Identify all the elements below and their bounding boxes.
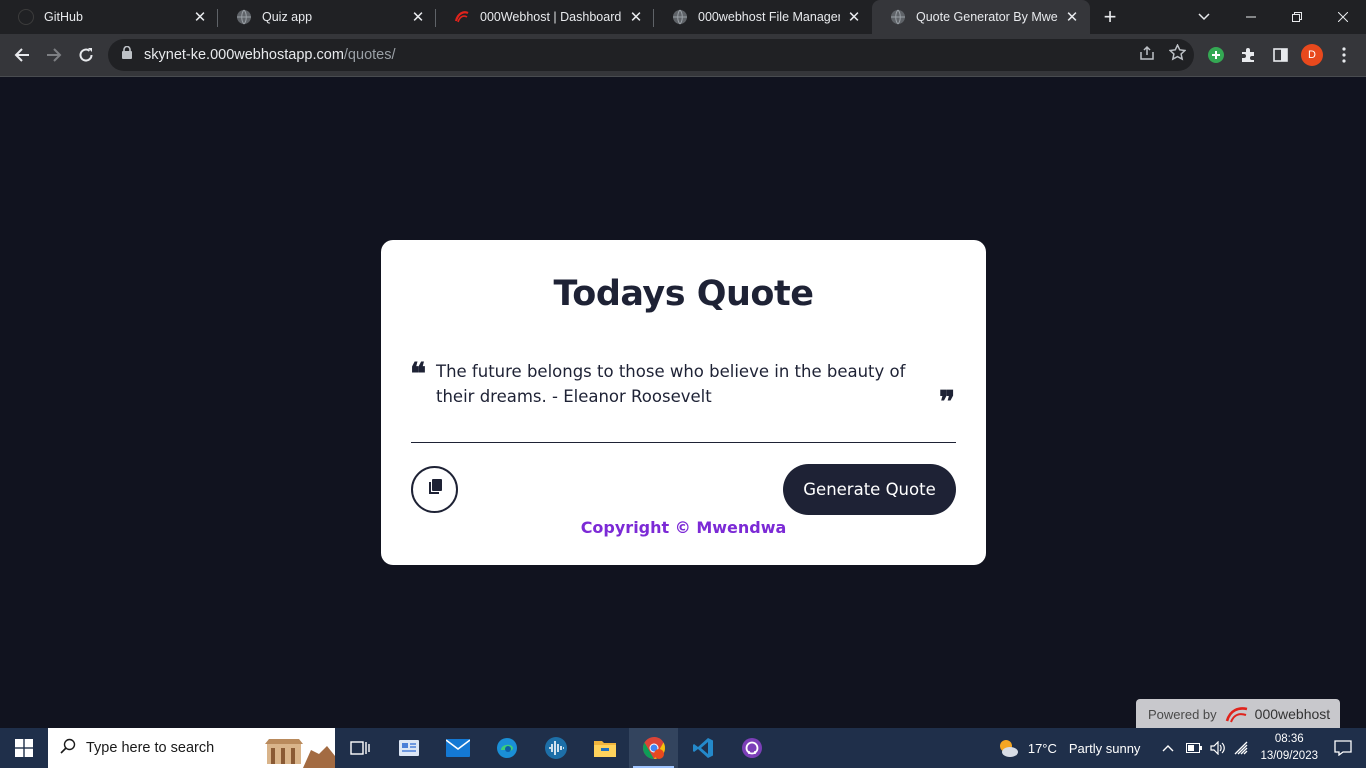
start-button[interactable] — [0, 728, 48, 768]
url-host: skynet-ke.000webhostapp.com — [144, 47, 344, 63]
tab-title: Quote Generator By Mwendwa — [916, 10, 1058, 24]
tray-chevron-up-icon[interactable] — [1162, 744, 1174, 752]
github-icon — [18, 9, 34, 25]
forward-button[interactable] — [39, 40, 69, 70]
url-path: /quotes/ — [343, 47, 396, 63]
tab-title: Quiz app — [262, 10, 313, 24]
volume-icon[interactable] — [1210, 741, 1226, 755]
quote-close-icon: ❞ — [939, 385, 956, 420]
bookmark-star-icon[interactable] — [1168, 43, 1187, 66]
clock[interactable]: 08:36 13/09/2023 — [1260, 731, 1318, 765]
close-icon[interactable]: ✕ — [1064, 9, 1080, 26]
new-tab-button[interactable]: + — [1090, 0, 1130, 34]
close-icon[interactable]: ✕ — [846, 9, 862, 26]
copy-icon — [428, 479, 442, 500]
weather-sunny-icon[interactable] — [996, 737, 1020, 759]
tab-github[interactable]: GitHub ✕ — [0, 0, 218, 34]
task-view-icon[interactable] — [335, 728, 384, 768]
url-text: skynet-ke.000webhostapp.com/quotes/ — [144, 47, 396, 63]
close-window-button[interactable] — [1320, 0, 1366, 34]
tab-title: 000webhost File Manager — [698, 10, 840, 24]
battery-icon[interactable] — [1186, 743, 1203, 753]
minimize-button[interactable] — [1228, 0, 1274, 34]
edge-browser-icon[interactable] — [482, 728, 531, 768]
webhost-icon — [454, 9, 470, 25]
tab-quiz-app[interactable]: Quiz app ✕ — [218, 0, 436, 34]
globe-icon — [236, 9, 252, 25]
globe-icon — [890, 9, 906, 25]
lock-icon[interactable] — [122, 45, 132, 64]
back-button[interactable] — [7, 40, 37, 70]
weather-text[interactable]: Partly sunny — [1069, 741, 1141, 756]
quote-text: The future belongs to those who believe … — [436, 362, 906, 406]
address-bar[interactable]: skynet-ke.000webhostapp.com/quotes/ — [108, 39, 1194, 71]
search-placeholder: Type here to search — [86, 740, 215, 756]
profile-avatar[interactable]: D — [1297, 40, 1327, 70]
webhost-logo-icon — [1225, 705, 1249, 723]
wifi-icon[interactable] — [1234, 741, 1250, 755]
extensions-puzzle-icon[interactable] — [1233, 40, 1263, 70]
tab-webhost-dashboard[interactable]: 000Webhost | Dashboard ✕ — [436, 0, 654, 34]
close-icon[interactable]: ✕ — [410, 9, 426, 26]
system-tray: 17°C Partly sunny 08:36 13/09/2023 — [996, 728, 1366, 768]
divider — [411, 442, 956, 443]
news-app-icon[interactable] — [384, 728, 433, 768]
clock-date: 13/09/2023 — [1260, 750, 1318, 762]
globe-icon — [672, 9, 688, 25]
close-icon[interactable]: ✕ — [192, 9, 208, 26]
tab-search-chevron-icon[interactable] — [1192, 0, 1216, 34]
quote-open-icon: ❝ — [410, 357, 427, 392]
copy-button[interactable] — [411, 466, 458, 513]
vscode-icon[interactable] — [678, 728, 727, 768]
close-icon[interactable]: ✕ — [628, 9, 644, 26]
share-icon[interactable] — [1139, 45, 1155, 66]
browser-tab-strip: GitHub ✕ Quiz app ✕ 000Webhost | Dashboa… — [0, 0, 1366, 34]
page-viewport: Todays Quote ❝ The future belongs to tho… — [0, 77, 1366, 729]
search-icon — [60, 738, 76, 758]
windows-taskbar: Type here to search 17°C Partly sunny 08… — [0, 728, 1366, 768]
omnibox-actions — [1139, 39, 1187, 71]
mail-app-icon[interactable] — [433, 728, 482, 768]
window-controls — [1228, 0, 1366, 34]
clock-time: 08:36 — [1274, 733, 1304, 745]
chrome-taskbar-icon[interactable] — [629, 728, 678, 768]
taskbar-search-box[interactable]: Type here to search — [48, 728, 335, 768]
audio-app-icon[interactable] — [531, 728, 580, 768]
quote-card: Todays Quote ❝ The future belongs to tho… — [381, 240, 986, 565]
search-highlight-icon — [255, 736, 335, 768]
powered-brand: 000webhost — [1254, 706, 1331, 722]
reload-button[interactable] — [71, 40, 101, 70]
browser-toolbar: skynet-ke.000webhostapp.com/quotes/ D — [0, 34, 1366, 77]
tab-quote-generator[interactable]: Quote Generator By Mwendwa ✕ — [872, 0, 1090, 34]
notifications-icon[interactable] — [1334, 740, 1352, 756]
restore-button[interactable] — [1274, 0, 1320, 34]
file-explorer-icon[interactable] — [580, 728, 629, 768]
tab-title: 000Webhost | Dashboard — [480, 10, 622, 24]
weather-temperature[interactable]: 17°C — [1028, 741, 1057, 756]
powered-by-badge[interactable]: Powered by 000webhost — [1136, 699, 1340, 729]
side-panel-icon[interactable] — [1265, 40, 1295, 70]
tab-title: GitHub — [44, 10, 83, 24]
copyright-text: Copyright © Mwendwa — [580, 518, 787, 537]
profile-initial: D — [1301, 44, 1323, 66]
menu-kebab-icon[interactable] — [1329, 40, 1359, 70]
powered-label: Powered by — [1148, 706, 1217, 722]
extension-plus-icon[interactable] — [1201, 40, 1231, 70]
generate-quote-button[interactable]: Generate Quote — [783, 464, 956, 515]
tab-file-manager[interactable]: 000webhost File Manager ✕ — [654, 0, 872, 34]
card-title: Todays Quote — [553, 274, 814, 314]
github-desktop-icon[interactable] — [727, 728, 776, 768]
